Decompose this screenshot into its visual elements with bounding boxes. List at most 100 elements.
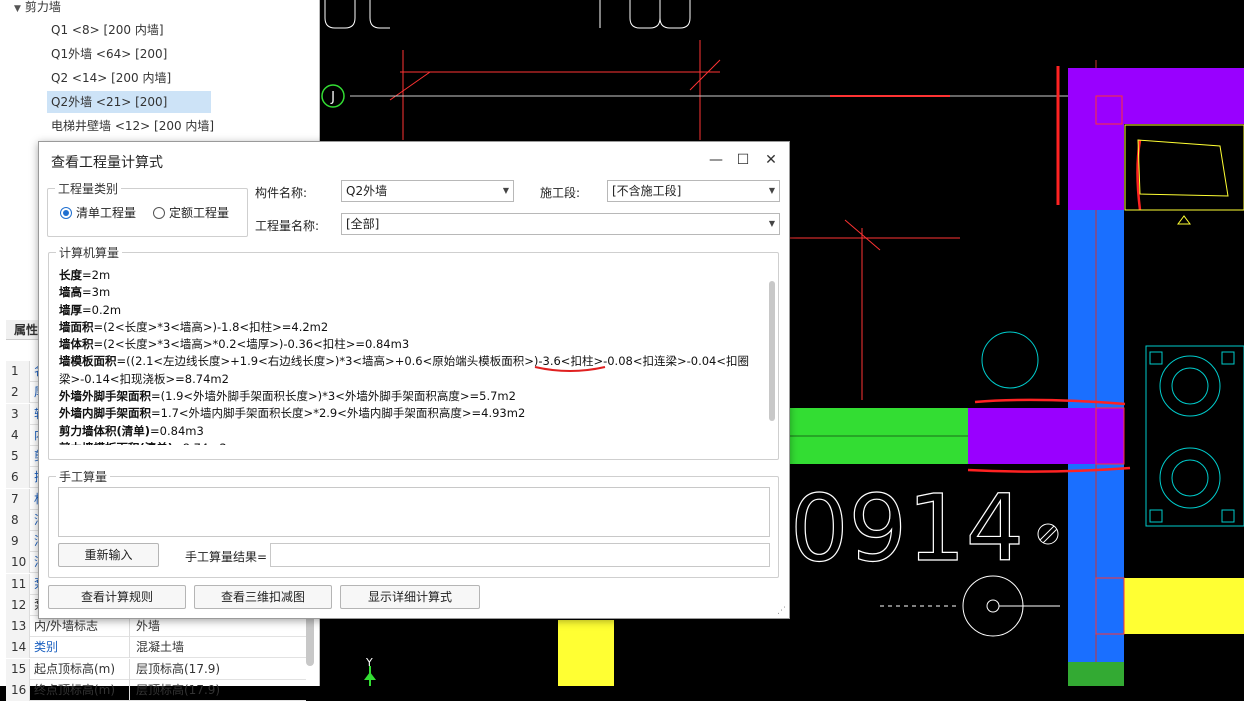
property-header: 属性 bbox=[6, 320, 40, 340]
property-row[interactable]: 13 内/外墙标志 外墙 bbox=[6, 616, 306, 637]
tree-item[interactable]: Q1外墙 <64> [200] bbox=[47, 43, 171, 65]
property-row-number: 10 bbox=[6, 552, 30, 574]
property-row-number: 9 bbox=[6, 531, 30, 552]
tree-item[interactable]: 电梯井壁墙 <12> [200 内墙] bbox=[47, 115, 218, 137]
property-row-number: 14 bbox=[6, 637, 30, 659]
property-row-number: 16 bbox=[6, 679, 30, 701]
maximize-button[interactable]: ☐ bbox=[733, 150, 753, 170]
calc-line: 墙厚=0.2m bbox=[59, 302, 755, 319]
chevron-down-icon: ▼ bbox=[768, 186, 775, 195]
property-row-number: 8 bbox=[6, 509, 30, 531]
manual-result-label: 手工算量结果= bbox=[185, 550, 268, 564]
property-key: 终点顶标高(m) bbox=[32, 679, 130, 701]
reinput-button[interactable]: 重新输入 bbox=[58, 543, 159, 567]
component-name-label: 构件名称: bbox=[255, 186, 308, 200]
calc-line: 长度=2m bbox=[59, 267, 755, 284]
property-row-number: 12 bbox=[6, 594, 30, 616]
close-button[interactable]: ✕ bbox=[761, 150, 781, 170]
property-row[interactable]: 15 起点顶标高(m) 层顶标高(17.9) bbox=[6, 658, 306, 680]
quantity-category-group: 工程量类别 清单工程量 定额工程量 bbox=[47, 180, 248, 237]
calc-line-formula: =0.2m bbox=[82, 302, 122, 317]
red-underline-annotation bbox=[534, 366, 606, 372]
origin-marker-label: Y bbox=[365, 656, 373, 669]
quantity-formula-dialog: 查看工程量计算式 — ☐ ✕ 工程量类别 清单工程量 定额工程量 构件名称: Q… bbox=[38, 141, 790, 619]
section-label: 施工段: bbox=[540, 186, 581, 200]
dimension-text: 0914 bbox=[790, 475, 1024, 582]
calc-line-formula: =0.84m3 bbox=[150, 423, 204, 438]
show-detail-formula-button[interactable]: 显示详细计算式 bbox=[340, 585, 480, 609]
quantity-name-value: [全部] bbox=[346, 217, 380, 231]
property-value[interactable]: 层顶标高(17.9) bbox=[134, 680, 304, 701]
property-row-number: 13 bbox=[6, 616, 30, 637]
property-key: 类别 bbox=[32, 637, 130, 659]
calc-formula-text[interactable]: 长度=2m 墙高=3m 墙厚=0.2m 墙面积=(2<长度>*3<墙高>)-1.8<扣… bbox=[59, 267, 755, 445]
calc-line-key: 墙面积 bbox=[59, 319, 94, 334]
property-row-number: 4 bbox=[6, 424, 30, 446]
property-row-number: 15 bbox=[6, 658, 30, 680]
calc-line-formula: =2m bbox=[82, 268, 111, 282]
calc-line: 剪力墙体积(清单)=0.84m3 bbox=[59, 423, 755, 440]
collapse-caret-icon[interactable]: ▼ bbox=[14, 2, 21, 16]
calc-line-key: 外墙内脚手架面积 bbox=[59, 406, 151, 421]
calc-line-formula: =1.7<外墙内脚手架面积长度>*2.9<外墙内脚手架面积高度>=4.93m2 bbox=[151, 406, 526, 421]
radio-quota-quantity[interactable]: 定额工程量 bbox=[153, 205, 229, 221]
calc-line-key: 墙高 bbox=[59, 285, 82, 300]
chevron-down-icon: ▼ bbox=[768, 219, 775, 228]
radio-unchecked-icon bbox=[153, 207, 165, 219]
property-row[interactable]: 14 类别 混凝土墙 bbox=[6, 637, 306, 659]
tree-item[interactable]: Q1 <8> [200 内墙] bbox=[47, 19, 168, 41]
calc-line-formula: =(2<长度>*3<墙高>)-1.8<扣柱>=4.2m2 bbox=[93, 319, 329, 334]
property-key: 内/外墙标志 bbox=[32, 616, 130, 637]
calc-line-key: 墙厚 bbox=[59, 302, 82, 317]
calc-line-formula: =8.74m2 bbox=[173, 441, 227, 445]
tree-item[interactable]: Q2 <14> [200 内墙] bbox=[47, 67, 175, 89]
computer-calc-group: 计算机算量 长度=2m 墙高=3m 墙厚=0.2m 墙面积=(2<长度>*3<墙高>)… bbox=[48, 244, 779, 460]
calc-line-formula: =3m bbox=[82, 285, 111, 300]
property-row-number: 1 bbox=[6, 361, 30, 382]
property-value[interactable]: 层顶标高(17.9) bbox=[134, 659, 304, 680]
calc-line-key: 墙体积 bbox=[59, 337, 94, 352]
resize-grip-icon[interactable]: ⋰ bbox=[777, 606, 786, 616]
property-value[interactable]: 外墙 bbox=[134, 616, 304, 637]
component-name-select[interactable]: Q2外墙 ▼ bbox=[341, 180, 514, 202]
calc-line: 墙模板面积=((2.1<左边线长度>+1.9<右边线长度>)*3<墙高>+0.6… bbox=[59, 353, 755, 388]
radio-quota-label: 定额工程量 bbox=[169, 206, 230, 220]
property-key: 起点顶标高(m) bbox=[32, 658, 130, 680]
property-row-number: 3 bbox=[6, 403, 30, 425]
radio-list-quantity[interactable]: 清单工程量 bbox=[60, 205, 136, 221]
manual-calc-input[interactable] bbox=[58, 487, 770, 537]
calc-line-formula: =(1.9<外墙外脚手架面积长度>)*3<外墙外脚手架面积高度>=5.7m2 bbox=[151, 389, 516, 404]
calc-line-key: 剪力墙体积(清单) bbox=[59, 423, 151, 438]
calc-line-formula: =((2.1<左边线长度>+1.9<右边线长度>)*3<墙高>+0.6<原始端头… bbox=[59, 354, 749, 386]
property-row-number: 11 bbox=[6, 573, 30, 595]
calc-line-key: 外墙外脚手架面积 bbox=[59, 389, 151, 404]
calc-line: 外墙内脚手架面积=1.7<外墙内脚手架面积长度>*2.9<外墙内脚手架面积高度>… bbox=[59, 405, 755, 422]
minimize-button[interactable]: — bbox=[706, 150, 726, 170]
axis-label: J bbox=[330, 90, 335, 105]
calc-line-key: 墙模板面积 bbox=[59, 354, 117, 369]
computer-calc-label: 计算机算量 bbox=[56, 244, 123, 261]
quantity-name-select[interactable]: [全部] ▼ bbox=[341, 213, 780, 235]
property-value[interactable]: 混凝土墙 bbox=[134, 637, 304, 658]
tree-item-selected[interactable]: Q2外墙 <21> [200] bbox=[47, 91, 211, 113]
chevron-down-icon: ▼ bbox=[502, 186, 509, 195]
calc-line: 墙面积=(2<长度>*3<墙高>)-1.8<扣柱>=4.2m2 bbox=[59, 319, 755, 336]
property-row-number: 6 bbox=[6, 467, 30, 489]
calc-line-key: 剪力墙模板面积(清单) bbox=[59, 441, 173, 445]
view-rules-button[interactable]: 查看计算规则 bbox=[48, 585, 186, 609]
dialog-title: 查看工程量计算式 bbox=[51, 155, 163, 171]
calc-line: 外墙外脚手架面积=(1.9<外墙外脚手架面积长度>)*3<外墙外脚手架面积高度>… bbox=[59, 388, 755, 405]
property-row-number: 2 bbox=[6, 382, 30, 404]
property-row-number: 7 bbox=[6, 488, 30, 510]
calc-line: 剪力墙模板面积(清单)=8.74m2 bbox=[59, 440, 755, 445]
tree-root-shear-wall[interactable]: ▼ 剪力墙 bbox=[14, 0, 61, 14]
manual-calc-label: 手工算量 bbox=[56, 468, 111, 485]
calc-scrollbar[interactable] bbox=[769, 281, 775, 421]
section-select[interactable]: [不含施工段] ▼ bbox=[607, 180, 780, 202]
property-row-number: 5 bbox=[6, 446, 30, 467]
view-3d-deduction-button[interactable]: 查看三维扣减图 bbox=[194, 585, 332, 609]
property-row[interactable]: 16 终点顶标高(m) 层顶标高(17.9) bbox=[6, 679, 306, 701]
section-value: [不含施工段] bbox=[612, 184, 682, 198]
calc-line: 墙高=3m bbox=[59, 284, 755, 301]
manual-result-input[interactable] bbox=[270, 543, 770, 567]
